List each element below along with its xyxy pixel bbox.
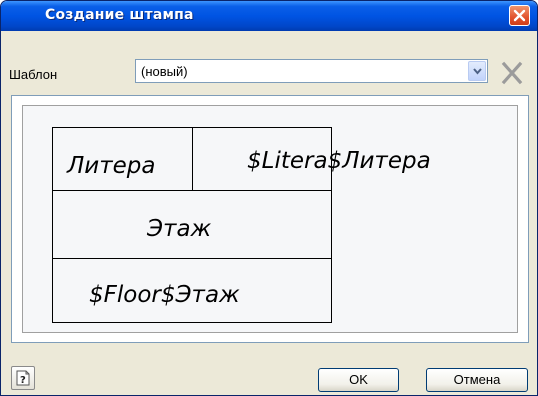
cancel-button[interactable]: Отмена [426, 368, 528, 392]
title-bar[interactable]: Создание штампа [1, 1, 537, 31]
svg-text:?: ? [20, 375, 26, 386]
cell-literal-value: $Litera$Литера [247, 148, 431, 174]
chevron-down-icon [473, 68, 482, 75]
clear-template-button[interactable] [497, 61, 527, 85]
stamp-drawing: Литера $Litera$Литера Этаж $Floor$Этаж [52, 127, 431, 323]
template-dropdown-button[interactable] [468, 61, 486, 81]
help-button[interactable]: ? [11, 366, 35, 390]
stamp-dialog: Создание штампа Шаблон (новый) Литера $L… [0, 0, 538, 396]
template-label: Шаблон [9, 67, 58, 82]
template-select-value: (новый) [141, 64, 188, 79]
cell-literal-label: Литера [66, 153, 156, 179]
cell-floor-label: Этаж [146, 216, 212, 242]
preview-group: Литера $Litera$Литера Этаж $Floor$Этаж [11, 95, 529, 343]
clear-x-icon [501, 61, 523, 85]
window-title: Создание штампа [45, 7, 194, 23]
cell-floor-value: $Floor$Этаж [89, 282, 240, 308]
stamp-preview: Литера $Litera$Литера Этаж $Floor$Этаж [22, 105, 518, 333]
close-icon [513, 9, 526, 22]
template-select[interactable]: (новый) [135, 59, 488, 83]
ok-button[interactable]: OK [318, 368, 399, 392]
help-icon: ? [16, 370, 30, 386]
close-button[interactable] [509, 5, 530, 26]
